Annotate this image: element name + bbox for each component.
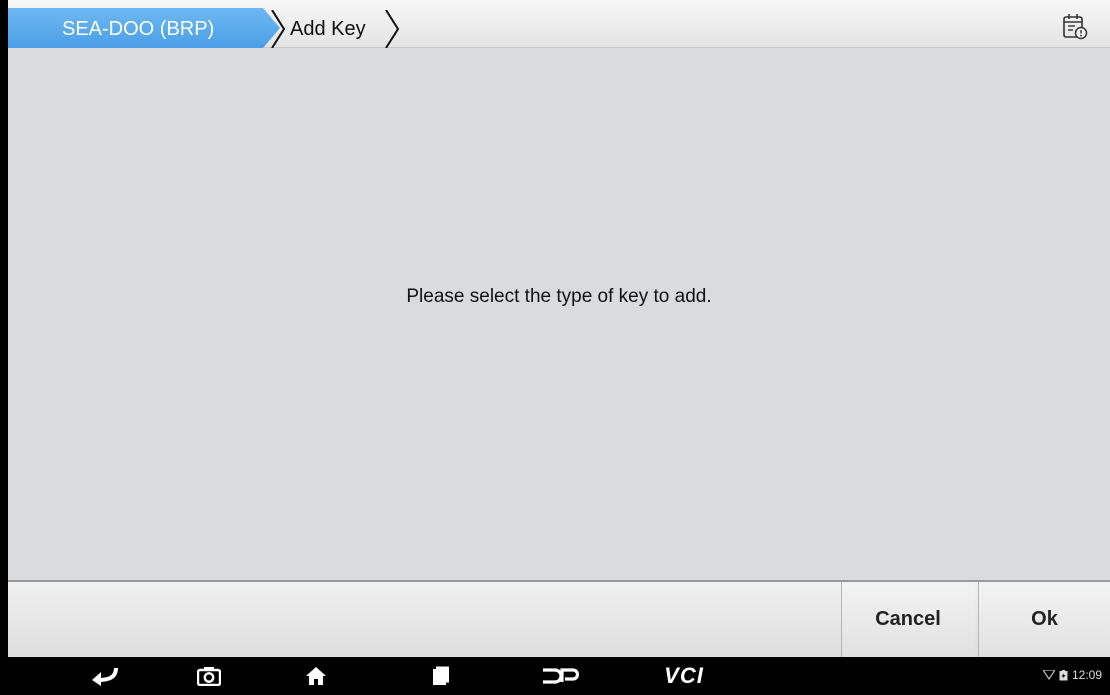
- cancel-button[interactable]: Cancel: [841, 582, 974, 657]
- breadcrumb-separator-icon: [385, 10, 400, 48]
- footer-bar: Cancel Ok: [8, 580, 1110, 657]
- ok-button[interactable]: Ok: [978, 582, 1110, 657]
- calendar-report-icon[interactable]: [1062, 12, 1088, 40]
- recent-apps-icon[interactable]: [416, 657, 466, 695]
- camera-icon[interactable]: [184, 657, 234, 695]
- home-icon[interactable]: [291, 657, 341, 695]
- app-window: SEA-DOO (BRP) Add Key Please select the …: [8, 0, 1110, 657]
- clock-time: 12:09: [1071, 668, 1102, 682]
- vci-label: VCI: [664, 663, 704, 688]
- breadcrumb-label-sea-doo[interactable]: SEA-DOO (BRP): [62, 18, 214, 41]
- back-icon[interactable]: [80, 657, 130, 695]
- breadcrumb-separator-icon: [271, 10, 286, 48]
- vci-icon[interactable]: VCI: [654, 657, 714, 695]
- breadcrumb-label-add-key[interactable]: Add Key: [290, 18, 366, 41]
- android-nav-bar: VCI 12:09: [0, 657, 1110, 695]
- status-area: 12:09: [1042, 668, 1102, 682]
- prompt-message: Please select the type of key to add.: [406, 286, 712, 307]
- battery-icon: [1059, 669, 1068, 680]
- wifi-icon: [1042, 670, 1055, 680]
- header-bar: SEA-DOO (BRP) Add Key: [8, 0, 1110, 48]
- dp-icon[interactable]: [535, 657, 585, 695]
- content-area: Please select the type of key to add.: [8, 48, 1110, 580]
